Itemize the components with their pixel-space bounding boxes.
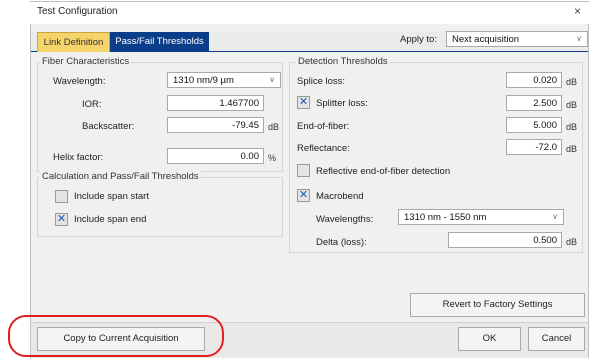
helix-factor-unit: % bbox=[268, 153, 277, 163]
reflectance-label: Reflectance: bbox=[297, 143, 350, 154]
calculation-group bbox=[37, 177, 283, 237]
chevron-down-icon: ∨ bbox=[269, 75, 275, 84]
ior-label: IOR: bbox=[82, 99, 102, 110]
backscatter-field[interactable]: -79.45 bbox=[167, 117, 264, 133]
splitter-loss-field[interactable]: 2.500 bbox=[506, 95, 562, 111]
ior-field[interactable]: 1.467700 bbox=[167, 95, 264, 111]
reflective-eof-checkbox[interactable] bbox=[297, 164, 310, 177]
backscatter-unit: dB bbox=[268, 122, 280, 132]
wavelengths-label: Wavelengths: bbox=[316, 214, 374, 225]
reflectance-unit: dB bbox=[566, 144, 578, 154]
end-of-fiber-unit: dB bbox=[566, 122, 578, 132]
chevron-down-icon: ∨ bbox=[552, 212, 558, 221]
include-span-end-checkbox[interactable]: ✕ bbox=[55, 213, 68, 226]
dialog-title: Test Configuration bbox=[37, 6, 118, 17]
reflectance-field[interactable]: -72.0 bbox=[506, 139, 562, 155]
splitter-loss-label: Splitter loss: bbox=[316, 98, 368, 109]
apply-to-value: Next acquisition bbox=[452, 34, 520, 45]
include-span-start-label: Include span start bbox=[74, 191, 149, 202]
cancel-button[interactable]: Cancel bbox=[528, 327, 585, 351]
apply-to-label: Apply to: bbox=[400, 34, 437, 45]
backscatter-label: Backscatter: bbox=[82, 121, 135, 132]
check-icon: ✕ bbox=[56, 213, 67, 225]
splitter-loss-checkbox[interactable]: ✕ bbox=[297, 96, 310, 109]
reflective-eof-label: Reflective end-of-fiber detection bbox=[316, 166, 451, 177]
wavelengths-value: 1310 nm - 1550 nm bbox=[404, 212, 487, 223]
end-of-fiber-label: End-of-fiber: bbox=[297, 121, 350, 132]
apply-to-select[interactable]: Next acquisition ∨ bbox=[446, 31, 588, 47]
splitter-loss-unit: dB bbox=[566, 100, 578, 110]
fiber-characteristics-title: Fiber Characteristics bbox=[40, 56, 132, 67]
calculation-title: Calculation and Pass/Fail Thresholds bbox=[40, 171, 201, 182]
include-span-end-label: Include span end bbox=[74, 214, 147, 225]
highlight-annotation-ring bbox=[8, 315, 224, 357]
close-icon[interactable]: × bbox=[574, 4, 581, 18]
splice-loss-label: Splice loss: bbox=[297, 76, 346, 87]
delta-loss-unit: dB bbox=[566, 237, 578, 247]
tab-pass-fail-thresholds[interactable]: Pass/Fail Thresholds bbox=[110, 32, 209, 52]
check-icon: ✕ bbox=[298, 96, 309, 108]
macrobend-wavelengths-select[interactable]: 1310 nm - 1550 nm ∨ bbox=[398, 209, 564, 225]
helix-factor-field[interactable]: 0.00 bbox=[167, 148, 264, 164]
tab-link-definition[interactable]: Link Definition bbox=[37, 32, 110, 52]
wavelength-label: Wavelength: bbox=[53, 76, 106, 87]
revert-factory-settings-button[interactable]: Revert to Factory Settings bbox=[410, 293, 585, 317]
check-icon: ✕ bbox=[298, 189, 309, 201]
macrobend-checkbox[interactable]: ✕ bbox=[297, 189, 310, 202]
detection-thresholds-title: Detection Thresholds bbox=[296, 56, 390, 67]
splice-loss-field[interactable]: 0.020 bbox=[506, 72, 562, 88]
ok-button[interactable]: OK bbox=[458, 327, 521, 351]
helix-factor-label: Helix factor: bbox=[53, 152, 104, 163]
delta-loss-label: Delta (loss): bbox=[316, 237, 367, 248]
macrobend-label: Macrobend bbox=[316, 191, 364, 202]
splice-loss-unit: dB bbox=[566, 77, 578, 87]
wavelength-value: 1310 nm/9 µm bbox=[173, 75, 234, 86]
chevron-down-icon: ∨ bbox=[576, 34, 582, 43]
wavelength-select[interactable]: 1310 nm/9 µm ∨ bbox=[167, 72, 281, 88]
include-span-start-checkbox[interactable] bbox=[55, 190, 68, 203]
end-of-fiber-field[interactable]: 5.000 bbox=[506, 117, 562, 133]
delta-loss-field[interactable]: 0.500 bbox=[448, 232, 562, 248]
